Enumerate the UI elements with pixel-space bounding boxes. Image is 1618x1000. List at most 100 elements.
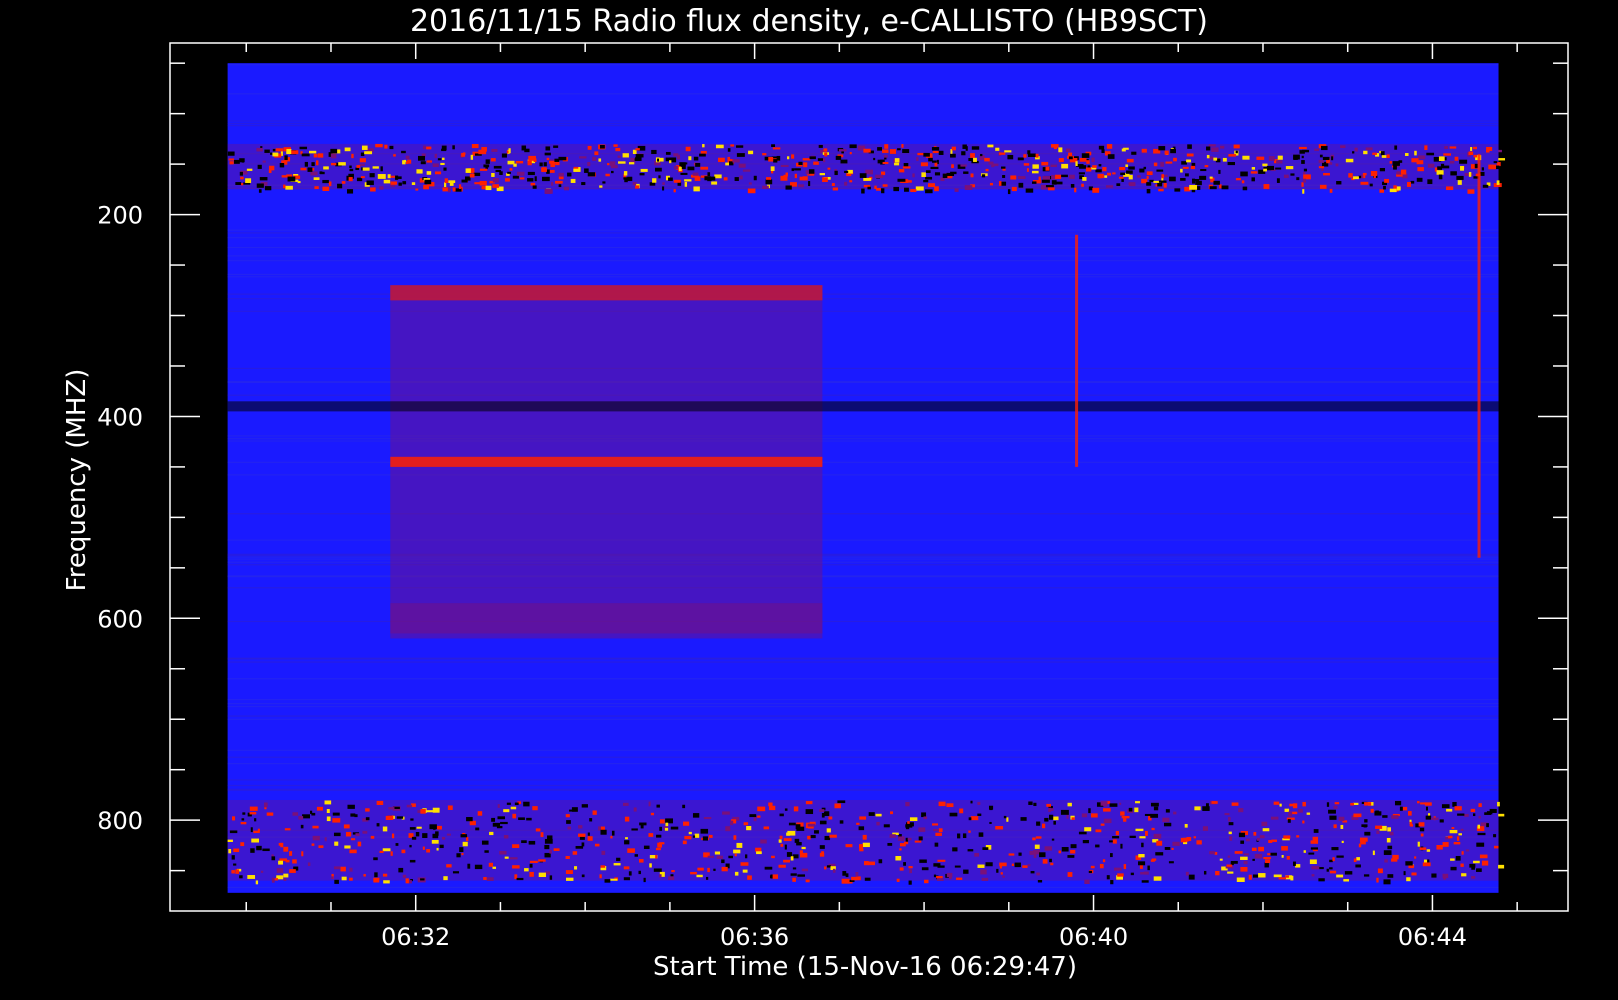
interference-speck	[1209, 156, 1214, 160]
interference-speck	[360, 152, 365, 157]
interference-speck	[1022, 865, 1028, 868]
interference-speck	[1222, 157, 1227, 162]
interference-speck	[933, 874, 937, 878]
interference-speck	[1037, 880, 1043, 883]
interference-speck	[1417, 167, 1424, 172]
interference-speck	[432, 807, 440, 813]
interference-speck	[1023, 154, 1027, 158]
interference-speck	[1344, 871, 1353, 875]
interference-speck	[779, 813, 784, 817]
interference-speck	[739, 175, 743, 180]
interference-speck	[640, 168, 648, 172]
interference-speck	[481, 840, 489, 845]
interference-speck	[864, 877, 871, 881]
interference-speck	[299, 146, 308, 150]
interference-speck	[431, 839, 439, 844]
interference-speck	[1452, 801, 1457, 807]
interference-speck	[397, 176, 402, 179]
interference-speck	[443, 876, 448, 881]
interference-speck	[1211, 147, 1219, 152]
interference-speck	[1451, 826, 1455, 830]
interference-speck	[285, 185, 293, 190]
interference-speck	[1106, 144, 1113, 149]
interference-speck	[995, 147, 1000, 151]
interference-speck	[276, 868, 284, 873]
interference-speck	[1196, 840, 1202, 845]
interference-speck	[365, 808, 370, 812]
interference-speck	[925, 189, 933, 194]
interference-speck	[1240, 867, 1248, 872]
interference-speck	[1184, 823, 1188, 828]
interference-speck	[600, 865, 606, 868]
interference-speck	[690, 871, 697, 875]
interference-speck	[344, 147, 351, 152]
interference-speck	[625, 837, 628, 840]
interference-speck	[383, 179, 391, 184]
interference-speck	[773, 159, 778, 163]
interference-speck	[756, 851, 762, 855]
interference-speck	[423, 145, 426, 150]
interference-speck	[862, 842, 870, 848]
interference-speck	[742, 169, 751, 172]
interference-speck	[1141, 880, 1149, 883]
interference-speck	[319, 171, 323, 174]
interference-speck	[723, 177, 728, 181]
interference-speck	[532, 185, 537, 189]
interference-speck	[600, 829, 607, 835]
interference-speck	[1018, 182, 1024, 188]
interference-speck	[1205, 803, 1209, 809]
interference-speck	[1227, 161, 1235, 166]
interference-speck	[422, 833, 428, 838]
interference-speck	[1465, 849, 1470, 852]
interference-speck	[567, 826, 572, 830]
interference-speck	[382, 848, 391, 852]
interference-speck	[359, 158, 366, 163]
texture-line	[227, 125, 1499, 127]
interference-speck	[909, 868, 912, 874]
interference-speck	[610, 835, 613, 839]
interference-speck	[845, 844, 853, 848]
interference-speck	[1186, 837, 1192, 842]
interference-speck	[989, 821, 992, 824]
interference-speck	[1275, 167, 1282, 170]
interference-speck	[1497, 801, 1500, 807]
interference-speck	[643, 877, 646, 883]
interference-speck	[530, 182, 536, 186]
interference-speck	[1146, 182, 1152, 186]
interference-speck	[1376, 877, 1379, 883]
interference-speck	[345, 831, 352, 837]
interference-speck	[982, 847, 989, 850]
interference-speck	[488, 862, 494, 867]
interference-speck	[736, 145, 744, 148]
interference-speck	[664, 827, 669, 831]
interference-speck	[1084, 827, 1092, 832]
interference-speck	[936, 878, 944, 882]
interference-speck	[692, 172, 699, 176]
interference-speck	[659, 819, 665, 824]
interference-speck	[411, 836, 417, 840]
interference-speck	[962, 833, 967, 839]
interference-speck	[1461, 851, 1464, 855]
interference-speck	[1099, 863, 1104, 869]
interference-speck	[505, 178, 510, 182]
interference-speck	[1203, 870, 1207, 875]
interference-speck	[490, 158, 496, 162]
interference-speck	[1363, 825, 1367, 828]
interference-speck	[970, 173, 974, 178]
interference-speck	[1479, 854, 1488, 859]
interference-speck	[1141, 148, 1147, 153]
interference-speck	[856, 876, 861, 881]
interference-speck	[951, 164, 954, 169]
interference-speck	[546, 157, 550, 161]
interference-speck	[819, 852, 825, 857]
interference-speck	[1478, 816, 1481, 819]
interference-speck	[1114, 867, 1122, 871]
interference-speck	[1112, 835, 1120, 839]
interference-speck	[379, 850, 384, 853]
interference-speck	[1264, 862, 1269, 868]
interference-speck	[970, 800, 973, 804]
interference-speck	[1153, 162, 1158, 167]
interference-speck	[1468, 171, 1472, 177]
interference-speck	[746, 826, 752, 831]
interference-speck	[1206, 154, 1210, 159]
